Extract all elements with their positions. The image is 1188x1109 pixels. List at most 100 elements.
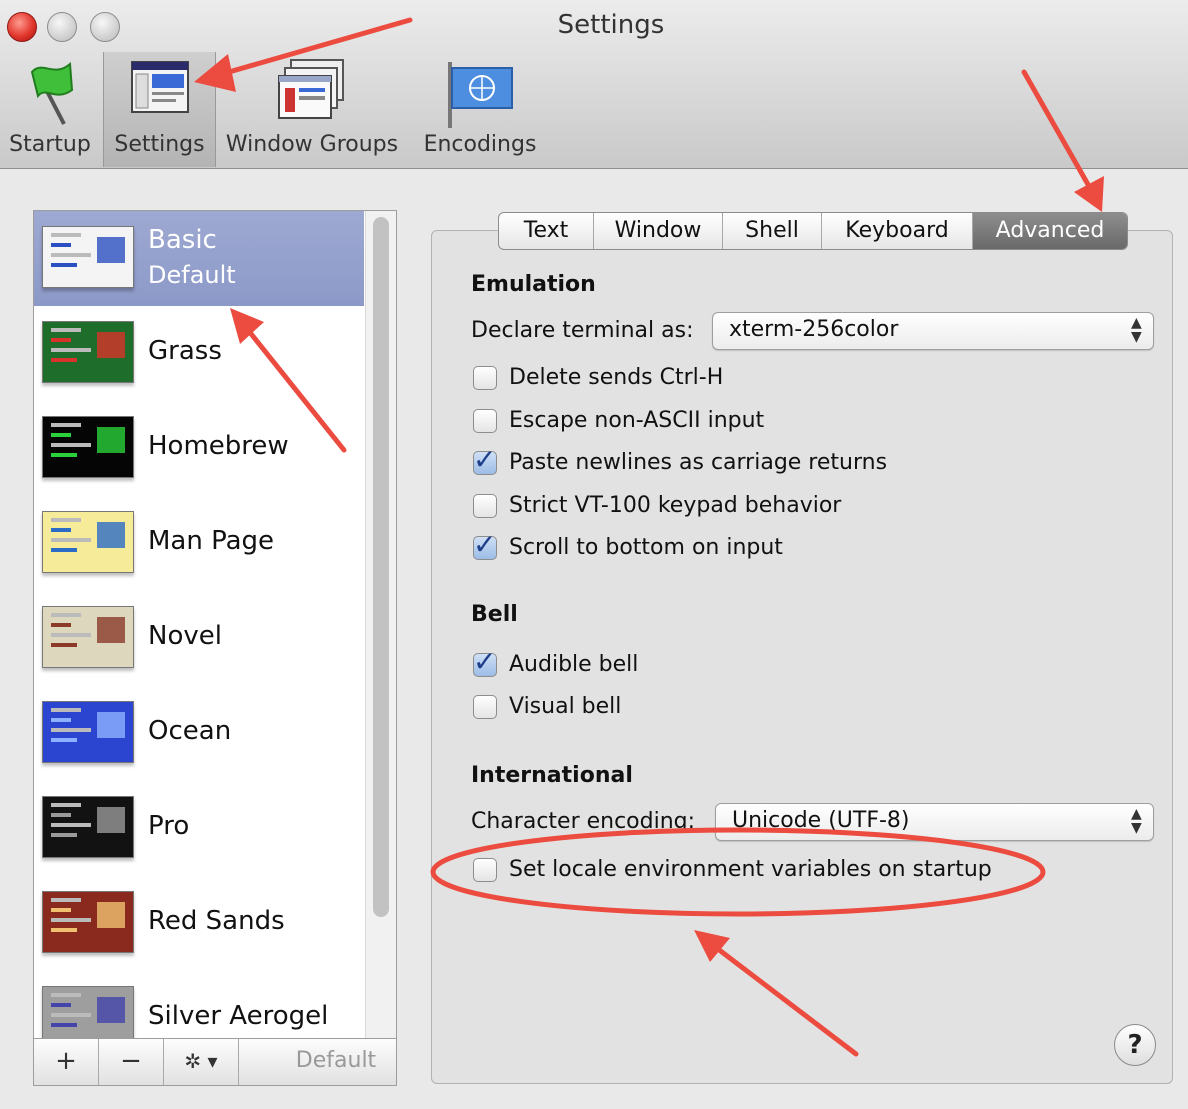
profile-item[interactable]: Man Page — [34, 496, 364, 591]
profile-name: Silver Aerogel — [148, 1001, 329, 1031]
option-checkbox[interactable] — [473, 695, 497, 719]
tab-text[interactable]: Text — [499, 213, 594, 249]
thumbnail-text-line — [51, 348, 91, 352]
option-label: Escape non-ASCII input — [509, 407, 765, 433]
bell-heading: Bell — [471, 602, 518, 627]
thumbnail-text-line — [51, 233, 81, 237]
thumbnail-color-block — [97, 617, 125, 643]
set-locale-checkbox[interactable] — [473, 858, 497, 882]
option-checkbox[interactable] — [473, 408, 497, 433]
thumbnail-color-block — [97, 332, 125, 358]
checkmark-icon: ✓ — [473, 443, 497, 476]
thumbnail-text-line — [51, 823, 91, 827]
scrollbar-thumb[interactable] — [373, 217, 389, 917]
thumbnail-text-line — [51, 358, 77, 362]
toolbar-settings[interactable]: Settings — [103, 52, 216, 167]
thumbnail-text-line — [51, 918, 91, 922]
default-button[interactable]: Default — [278, 1039, 394, 1085]
character-encoding-popup[interactable]: Unicode (UTF-8) ▲▼ — [715, 803, 1154, 841]
thumbnail-text-line — [51, 708, 81, 712]
option-label: Audible bell — [509, 652, 639, 677]
tab-window[interactable]: Window — [594, 213, 723, 249]
un-flag-icon — [444, 58, 516, 134]
profile-preview-thumbnail — [42, 321, 134, 383]
profile-name: Homebrew — [148, 431, 289, 461]
profile-preview-thumbnail — [42, 796, 134, 858]
thumbnail-text-line — [51, 548, 77, 552]
option-label: Visual bell — [509, 694, 622, 719]
international-heading: International — [471, 763, 633, 788]
thumbnail-text-line — [51, 423, 81, 427]
remove-profile-button[interactable]: − — [99, 1039, 164, 1085]
thumbnail-text-line — [51, 928, 77, 932]
profile-name: Man Page — [148, 526, 275, 556]
profile-list-scrollbar[interactable] — [365, 211, 396, 1039]
toolbar-settings-label: Settings — [114, 132, 205, 157]
declare-terminal-value: xterm-256color — [729, 317, 899, 342]
settings-tabs: Text Window Shell Keyboard Advanced — [498, 212, 1128, 250]
toolbar-window-groups[interactable]: Window Groups — [216, 52, 408, 167]
profile-name: Ocean — [148, 716, 232, 746]
thumbnail-text-line — [51, 718, 71, 722]
thumbnail-text-line — [51, 613, 81, 617]
profile-item[interactable]: Red Sands — [34, 876, 364, 971]
thumbnail-text-line — [51, 243, 71, 247]
thumbnail-text-line — [51, 328, 81, 332]
option-checkbox[interactable] — [473, 366, 497, 390]
option-checkbox[interactable]: ✓ — [473, 645, 497, 678]
profile-item[interactable]: Basic Default — [34, 211, 364, 306]
thumbnail-text-line — [51, 833, 77, 837]
profile-preview-thumbnail — [42, 511, 134, 573]
gear-menu-button[interactable]: ✲ ▾ — [164, 1039, 239, 1085]
thumbnail-text-line — [51, 443, 91, 447]
profile-default-label: Default — [148, 261, 236, 289]
tab-keyboard[interactable]: Keyboard — [822, 213, 973, 249]
profile-item[interactable]: Homebrew — [34, 401, 364, 496]
window-title: Settings — [557, 10, 665, 40]
option-checkbox[interactable] — [473, 493, 497, 518]
thumbnail-text-line — [51, 738, 77, 742]
profile-item[interactable]: Silver Aerogel — [34, 971, 364, 1039]
thumbnail-text-line — [51, 433, 71, 437]
profile-item[interactable]: Pro — [34, 781, 364, 876]
thumbnail-text-line — [51, 908, 71, 912]
declare-terminal-label: Declare terminal as: — [471, 318, 694, 343]
thumbnail-text-line — [51, 253, 91, 257]
profile-name: Red Sands — [148, 906, 285, 936]
settings-window-icon — [130, 58, 190, 122]
profile-preview-thumbnail — [42, 891, 134, 953]
set-locale-label: Set locale environment variables on star… — [509, 857, 992, 882]
option-label: Paste newlines as carriage returns — [509, 450, 888, 475]
thumbnail-color-block — [97, 997, 125, 1023]
tab-shell[interactable]: Shell — [723, 213, 822, 249]
thumbnail-text-line — [51, 518, 81, 522]
option-checkbox[interactable]: ✓ — [473, 528, 497, 561]
toolbar-encodings[interactable]: Encodings — [415, 52, 545, 167]
declare-terminal-popup[interactable]: xterm-256color ▲▼ — [712, 312, 1154, 350]
thumbnail-text-line — [51, 453, 77, 457]
thumbnail-text-line — [51, 538, 91, 542]
emulation-heading: Emulation — [471, 272, 596, 297]
window-groups-icon — [277, 58, 347, 126]
help-button[interactable]: ? — [1114, 1024, 1156, 1066]
thumbnail-text-line — [51, 528, 71, 532]
thumbnail-color-block — [97, 427, 125, 453]
popup-arrows-icon: ▲▼ — [1131, 315, 1142, 345]
profile-preview-thumbnail — [42, 986, 134, 1039]
thumbnail-text-line — [51, 623, 71, 627]
thumbnail-text-line — [51, 633, 91, 637]
option-checkbox[interactable]: ✓ — [473, 443, 497, 476]
toolbar-startup-label: Startup — [9, 132, 91, 157]
thumbnail-color-block — [97, 807, 125, 833]
profile-item[interactable]: Grass — [34, 306, 364, 401]
add-profile-button[interactable]: + — [34, 1039, 99, 1085]
profile-list[interactable]: Silver Aerogel Red Sands Pro Ocean Novel Man … — [33, 210, 397, 1040]
profile-item[interactable]: Novel — [34, 591, 364, 686]
green-flag-icon — [20, 58, 80, 132]
thumbnail-text-line — [51, 993, 81, 997]
profile-item[interactable]: Ocean — [34, 686, 364, 781]
profile-preview-thumbnail — [42, 226, 134, 288]
toolbar-startup[interactable]: Startup — [0, 52, 100, 167]
tab-advanced[interactable]: Advanced — [973, 213, 1127, 249]
settings-window: Settings Startup Settings Window Groups … — [0, 0, 1188, 1109]
